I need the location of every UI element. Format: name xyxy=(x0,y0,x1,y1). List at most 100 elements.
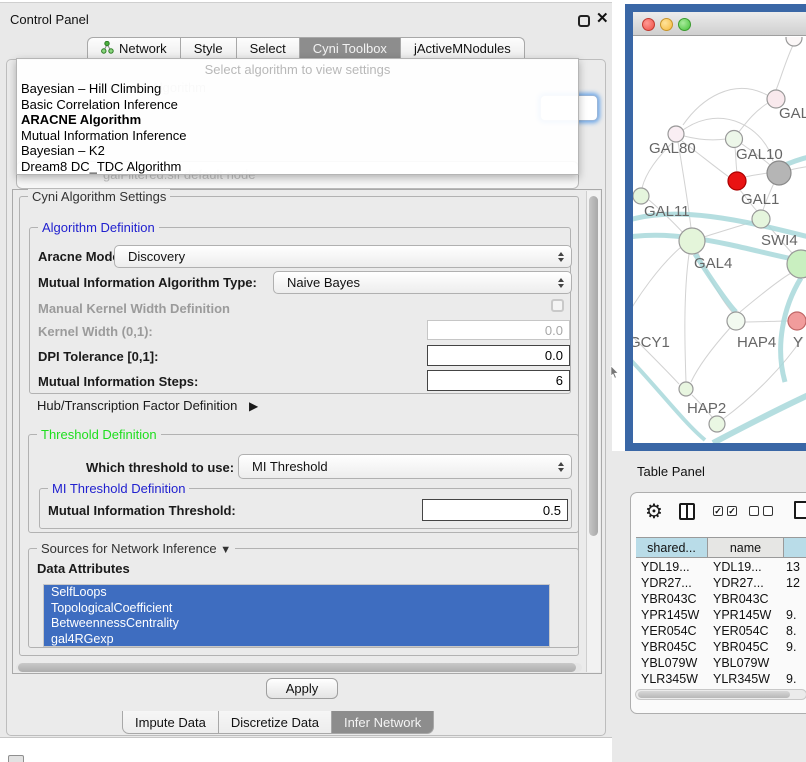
minimize-traffic-light-icon[interactable] xyxy=(660,18,673,31)
attribute-item-selected[interactable]: gal4RGexp xyxy=(44,632,549,648)
close-traffic-light-icon[interactable] xyxy=(642,18,655,31)
settings-horizontal-scrollbar[interactable] xyxy=(16,663,582,672)
aracne-mode-combo[interactable]: Discovery xyxy=(114,245,572,268)
table-row[interactable]: YDR27...YDR27...12 xyxy=(636,575,806,591)
network-node-hap2[interactable] xyxy=(679,382,693,396)
checked-checkbox-icon[interactable]: ✓ xyxy=(713,506,723,516)
network-window-titlebar[interactable] xyxy=(633,12,806,36)
network-view-window[interactable]: GAL2 GAL80 GAL10 GAL1 GAL11 GAL4 SWI4 GC… xyxy=(625,4,806,451)
cell: YER054C xyxy=(636,623,708,639)
hub-definition-label: Hub/Transcription Factor Definition xyxy=(37,398,237,413)
collapsed-panel-icon[interactable] xyxy=(8,755,24,762)
manual-kernel-checkbox[interactable] xyxy=(551,299,564,312)
algorithm-option[interactable]: Mutual Information Inference xyxy=(17,128,578,144)
algorithm-option-selected[interactable]: ARACNE Algorithm xyxy=(17,112,578,128)
node-label: GAL80 xyxy=(649,140,696,157)
cell: YBL079W xyxy=(708,655,784,671)
algorithm-option[interactable]: Basic Correlation Inference xyxy=(17,97,578,113)
tab-infer-network[interactable]: Infer Network xyxy=(331,711,434,734)
column-header-shared[interactable]: shared... xyxy=(636,538,708,557)
network-node-gal10[interactable] xyxy=(726,131,743,148)
column-header-third[interactable] xyxy=(784,538,806,557)
chevron-down-icon[interactable]: ▼ xyxy=(220,544,231,556)
table-row[interactable]: YDL19...YDL19...13 xyxy=(636,559,806,575)
network-node[interactable] xyxy=(786,37,802,46)
network-node-hap4[interactable] xyxy=(727,312,745,330)
kernel-width-field[interactable]: 0.0 xyxy=(427,320,570,340)
close-icon[interactable]: ✕ xyxy=(596,9,609,27)
node-label: GAL10 xyxy=(736,146,783,163)
table-row[interactable]: YPR145WYPR145W9. xyxy=(636,607,806,623)
network-node-gray[interactable] xyxy=(767,161,791,185)
cyni-algorithm-settings-group: Cyni Algorithm Settings Algorithm Defini… xyxy=(19,196,579,656)
node-label: SWI4 xyxy=(761,232,798,249)
cell: 13 xyxy=(784,559,806,575)
zoom-traffic-light-icon[interactable] xyxy=(678,18,691,31)
algorithm-dropdown-placeholder: Select algorithm to view settings xyxy=(17,59,578,81)
dpi-tolerance-field[interactable]: 0.0 xyxy=(427,345,570,366)
table-row[interactable]: YER054CYER054C8. xyxy=(636,623,806,639)
tab-impute-data[interactable]: Impute Data xyxy=(122,711,219,734)
algorithm-option[interactable]: Bayesian – Hill Climbing xyxy=(17,81,578,97)
tab-discretize-data[interactable]: Discretize Data xyxy=(218,711,332,734)
tab-network[interactable]: Network xyxy=(87,37,181,59)
tab-jactivemnodules[interactable]: jActiveMNodules xyxy=(400,37,525,59)
page-icon[interactable] xyxy=(794,501,806,519)
cell: YDL19... xyxy=(636,559,708,575)
network-node-gal4[interactable] xyxy=(679,228,705,254)
unchecked-checkbox-icon[interactable] xyxy=(763,506,773,516)
network-tab-icon xyxy=(101,41,114,57)
network-node-gal11[interactable] xyxy=(633,188,649,204)
checked-checkbox-icon[interactable]: ✓ xyxy=(727,506,737,516)
algorithm-option[interactable]: Dream8 DC_TDC Algorithm xyxy=(17,159,578,175)
which-threshold-combo[interactable]: MI Threshold xyxy=(238,454,572,479)
application-root: Control Panel ✕ Network Style xyxy=(0,0,806,762)
settings-vertical-scrollbar[interactable] xyxy=(586,191,600,672)
cell: YBR043C xyxy=(636,591,708,607)
network-node-red[interactable] xyxy=(728,172,746,190)
mi-threshold-field[interactable]: 0.5 xyxy=(422,499,568,521)
mi-type-combo[interactable]: Naive Bayes xyxy=(273,271,572,294)
gear-icon[interactable]: ⚙ xyxy=(645,499,663,524)
mi-steps-label: Mutual Information Steps: xyxy=(38,374,198,389)
mi-type-value: Naive Bayes xyxy=(287,275,360,290)
column-header-name[interactable]: name xyxy=(708,538,784,557)
mi-steps-field[interactable]: 6 xyxy=(427,370,570,391)
network-node[interactable] xyxy=(709,416,725,432)
cell: YDL19... xyxy=(708,559,784,575)
hub-definition-toggle[interactable]: Hub/Transcription Factor Definition ▶ xyxy=(37,398,258,413)
network-node-gal1[interactable] xyxy=(752,210,770,228)
sources-group: Sources for Network Inference ▼ Data Att… xyxy=(28,548,579,648)
table-row[interactable]: YBR045CYBR045C9. xyxy=(636,639,806,655)
node-label: HAP2 xyxy=(687,400,726,417)
attribute-item-selected[interactable]: TopologicalCoefficient xyxy=(44,601,549,617)
cell: YBL079W xyxy=(636,655,708,671)
cell: 9. xyxy=(784,671,806,687)
table-row[interactable]: YLR345WYLR345W9. xyxy=(636,671,806,687)
unchecked-checkbox-icon[interactable] xyxy=(749,506,759,516)
float-window-icon[interactable] xyxy=(578,15,590,27)
tab-cyni-toolbox[interactable]: Cyni Toolbox xyxy=(299,37,401,59)
table-row[interactable]: YBL079WYBL079W xyxy=(636,655,806,671)
sources-title-label: Sources for Network Inference xyxy=(41,541,217,556)
apply-button[interactable]: Apply xyxy=(266,678,338,699)
table-row[interactable]: YBR043CYBR043C xyxy=(636,591,806,607)
network-node-y[interactable] xyxy=(788,312,806,330)
attribute-item-selected[interactable]: SelfLoops xyxy=(44,585,549,601)
control-panel-title: Control Panel xyxy=(10,12,89,27)
table-horizontal-scrollbar[interactable] xyxy=(635,689,806,700)
chevron-right-icon[interactable]: ▶ xyxy=(249,399,258,413)
data-attributes-list: SelfLoops TopologicalCoefficient Between… xyxy=(43,584,550,647)
sources-group-title[interactable]: Sources for Network Inference ▼ xyxy=(37,541,235,556)
threshold-definition-group: Threshold Definition Which threshold to … xyxy=(28,434,579,533)
table-header-row: shared... name xyxy=(636,537,806,558)
tab-style[interactable]: Style xyxy=(180,37,237,59)
cell: 9. xyxy=(784,607,806,623)
network-canvas[interactable]: GAL2 GAL80 GAL10 GAL1 GAL11 GAL4 SWI4 GC… xyxy=(633,37,806,443)
columns-icon[interactable] xyxy=(679,503,695,520)
attribute-item-selected[interactable]: BetweennessCentrality xyxy=(44,616,549,632)
tab-select[interactable]: Select xyxy=(236,37,300,59)
cell: YDR27... xyxy=(708,575,784,591)
algorithm-option[interactable]: Bayesian – K2 xyxy=(17,143,578,159)
cell: 8. xyxy=(784,623,806,639)
